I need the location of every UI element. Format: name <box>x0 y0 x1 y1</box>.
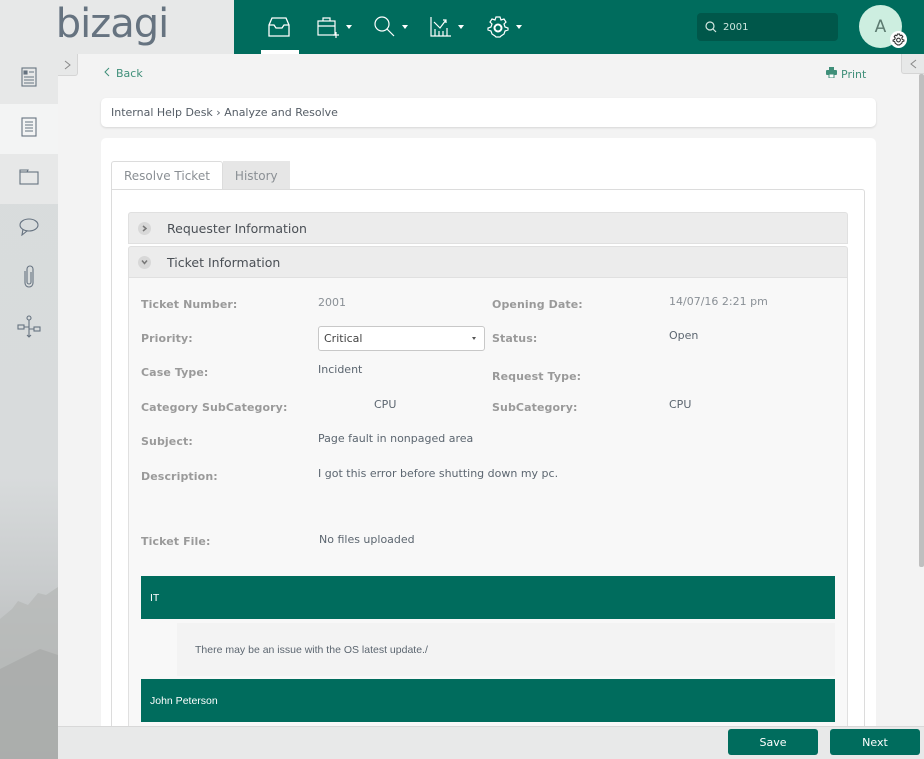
folder-icon <box>19 169 39 189</box>
subcategory-label: SubCategory: <box>492 401 578 414</box>
ticket-file-value: No files uploaded <box>319 533 415 546</box>
print-label: Print <box>841 67 867 81</box>
attachment-icon <box>22 265 36 293</box>
accordion-requester-information[interactable]: Requester Information <box>128 212 848 244</box>
comment-author: John Peterson <box>150 694 218 707</box>
chevron-down-icon <box>346 25 352 29</box>
comments-icon <box>19 218 39 240</box>
category-subcategory-label: Category SubCategory: <box>141 401 288 414</box>
subject-value: Page fault in nonpaged area <box>318 432 474 445</box>
comment-group-header: IT <box>141 576 835 619</box>
accordion-ticket-information[interactable]: Ticket Information <box>128 246 848 278</box>
priority-label: Priority: <box>141 332 193 345</box>
sidebar-item-forms[interactable] <box>0 104 58 154</box>
subcategory-value: CPU <box>669 398 692 411</box>
chevron-down-icon <box>472 337 476 340</box>
chevron-left-icon <box>909 54 917 73</box>
back-label: Back <box>116 67 143 80</box>
status-label: Status: <box>492 332 538 345</box>
subject-label: Subject: <box>141 435 193 448</box>
save-button[interactable]: Save <box>728 729 818 755</box>
accordion-title: Ticket Information <box>167 254 281 270</box>
avatar-initial: A <box>874 16 887 37</box>
background-landscape <box>0 587 58 759</box>
ticket-file-label: Ticket File: <box>141 535 211 548</box>
sidebar-item-case-summary[interactable] <box>0 54 58 104</box>
chevron-down-icon <box>458 25 464 29</box>
ticket-number-value: 2001 <box>318 296 346 309</box>
breadcrumb-text: Internal Help Desk › Analyze and Resolve <box>111 106 338 119</box>
analytics-icon <box>430 16 452 38</box>
search-icon <box>374 16 396 38</box>
left-sidebar <box>0 54 58 759</box>
description-value: I got this error before shutting down my… <box>318 467 559 480</box>
accordion-title: Requester Information <box>167 220 307 236</box>
case-type-label: Case Type: <box>141 366 209 379</box>
back-link[interactable]: Back <box>104 67 143 80</box>
opening-date-value: 14/07/16 2:21 pm <box>669 295 768 308</box>
new-case-icon <box>316 16 340 38</box>
chevron-right-icon <box>138 221 151 235</box>
sidebar-item-documents[interactable] <box>0 154 58 204</box>
tab-resolve-ticket[interactable]: Resolve Ticket <box>111 161 223 190</box>
nav-inbox[interactable] <box>260 0 299 54</box>
expand-right-panel-button[interactable] <box>901 54 924 74</box>
opening-date-label: Opening Date: <box>492 298 583 311</box>
request-type-label: Request Type: <box>492 370 582 383</box>
page-scrollbar-thumb[interactable] <box>919 74 924 567</box>
inbox-icon <box>267 17 291 37</box>
breadcrumb: Internal Help Desk › Analyze and Resolve <box>101 98 876 127</box>
expand-left-panel-button[interactable] <box>58 54 78 76</box>
nav-settings[interactable] <box>486 0 522 54</box>
chevron-left-icon <box>104 67 110 80</box>
sidebar-item-attachments[interactable] <box>0 254 58 304</box>
printer-icon <box>826 67 837 81</box>
nav-search[interactable] <box>374 0 408 54</box>
case-type-value: Incident <box>318 363 363 376</box>
search-input[interactable] <box>723 21 823 33</box>
chevron-right-icon <box>64 55 71 74</box>
next-button[interactable]: Next <box>830 729 920 755</box>
form-tabs: Resolve Ticket History <box>111 161 290 190</box>
chevron-down-icon <box>516 25 522 29</box>
main-nav <box>260 0 544 54</box>
priority-select[interactable]: Critical <box>318 326 485 351</box>
comment-text: There may be an issue with the OS latest… <box>177 623 835 676</box>
chevron-down-icon <box>138 255 151 269</box>
search-icon <box>705 18 717 37</box>
form-list-icon <box>21 117 37 141</box>
sidebar-item-process-map[interactable] <box>0 304 58 354</box>
priority-selected-value: Critical <box>324 332 363 345</box>
process-map-icon <box>17 315 41 343</box>
description-label: Description: <box>141 470 218 483</box>
global-search[interactable] <box>697 13 838 41</box>
print-link[interactable]: Print <box>826 67 866 81</box>
case-summary-icon <box>21 67 37 91</box>
sidebar-item-comments[interactable] <box>0 204 58 254</box>
nav-analytics[interactable] <box>430 0 464 54</box>
nav-new-case[interactable] <box>316 0 352 54</box>
comment-author: IT <box>150 591 160 604</box>
ticket-number-label: Ticket Number: <box>141 298 238 311</box>
comment-body: There may be an issue with the OS latest… <box>195 643 428 656</box>
bizagi-logo[interactable]: bizagi <box>56 1 170 47</box>
logo-area: bizagi <box>0 0 234 54</box>
user-settings-icon[interactable] <box>890 31 907 48</box>
gear-icon <box>486 15 510 39</box>
category-subcategory-value: CPU <box>374 398 397 411</box>
chevron-down-icon <box>402 25 408 29</box>
status-value: Open <box>669 329 699 342</box>
tab-history[interactable]: History <box>222 161 290 190</box>
comment-group-header: John Peterson <box>141 679 835 722</box>
